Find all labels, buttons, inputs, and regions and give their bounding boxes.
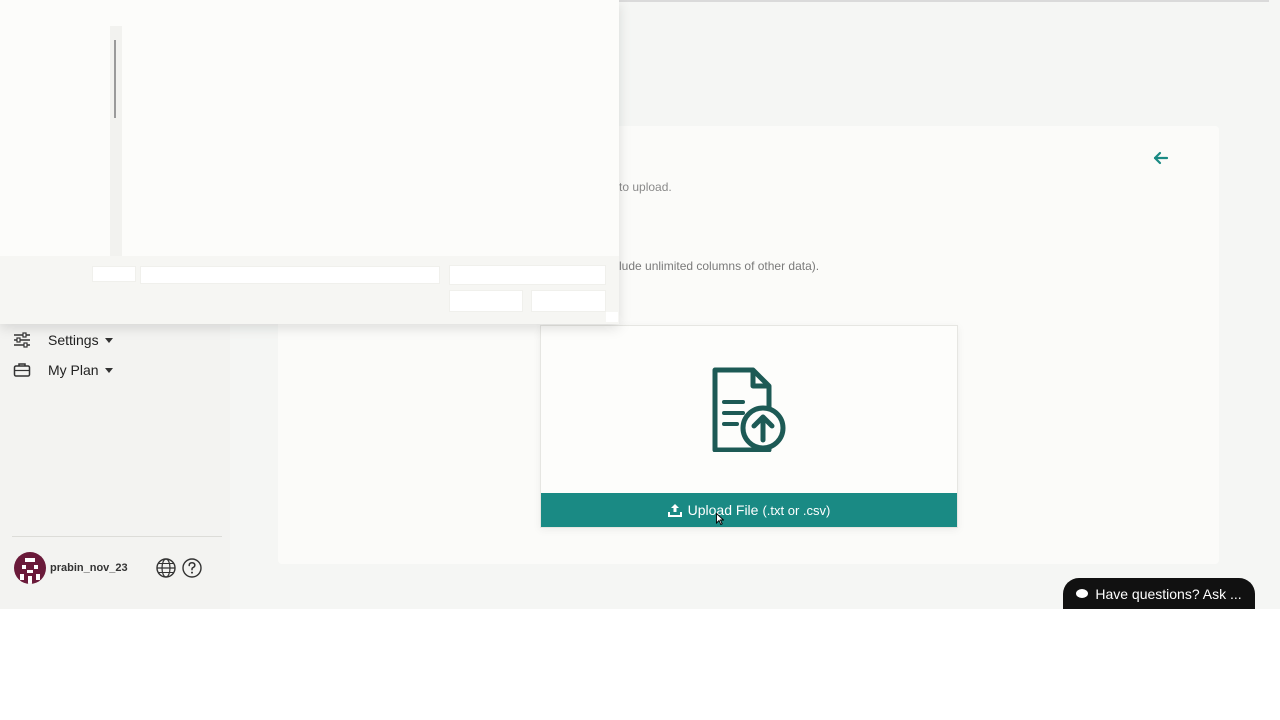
chat-help-button[interactable]: Have questions? Ask ...: [1063, 578, 1255, 609]
app-window: Settings My Plan prabin_nov_23 to upload…: [0, 0, 1280, 609]
top-divider: [619, 0, 1269, 2]
sliders-icon: [12, 330, 32, 350]
utility-icons: [155, 557, 203, 579]
back-arrow-icon[interactable]: [1152, 150, 1170, 166]
upload-icon: [667, 503, 682, 517]
briefcase-icon: [12, 360, 32, 380]
instruction-text: to upload.: [619, 180, 672, 194]
chevron-down-icon: [104, 367, 113, 373]
overlay-placeholder: [531, 290, 606, 312]
document-upload-icon: [711, 366, 787, 453]
chat-help-label: Have questions? Ask ...: [1095, 585, 1242, 602]
overlay-placeholder: [449, 290, 523, 312]
upload-dropzone[interactable]: Upload File (.txt or .csv): [540, 325, 958, 528]
overlay-placeholder: [449, 265, 606, 285]
globe-icon[interactable]: [155, 557, 177, 579]
username: prabin_nov_23: [50, 562, 128, 574]
help-icon[interactable]: [181, 557, 203, 579]
overlay-scrollbar[interactable]: [114, 40, 116, 118]
avatar[interactable]: [14, 552, 46, 584]
chat-bubble-icon: [1076, 589, 1089, 598]
sidebar-item-label: Settings: [48, 332, 99, 348]
overlay-placeholder: [92, 266, 136, 282]
format-note-text: lude unlimited columns of other data).: [619, 259, 820, 273]
sidebar-item-label: My Plan: [48, 362, 99, 378]
overlay-resize-handle[interactable]: [606, 312, 618, 322]
overlay-placeholder: [140, 266, 440, 284]
chevron-down-icon: [104, 337, 113, 343]
upload-file-button[interactable]: Upload File (.txt or .csv): [541, 493, 957, 527]
upload-button-hint: (.txt or .csv): [762, 502, 831, 518]
overlay-panel: [0, 0, 619, 324]
overlay-column: [110, 26, 122, 256]
mouse-cursor-icon: [716, 512, 725, 526]
sidebar-item-my-plan[interactable]: My Plan: [12, 358, 113, 382]
sidebar-divider: [12, 536, 222, 537]
sidebar-item-settings[interactable]: Settings: [12, 328, 113, 352]
